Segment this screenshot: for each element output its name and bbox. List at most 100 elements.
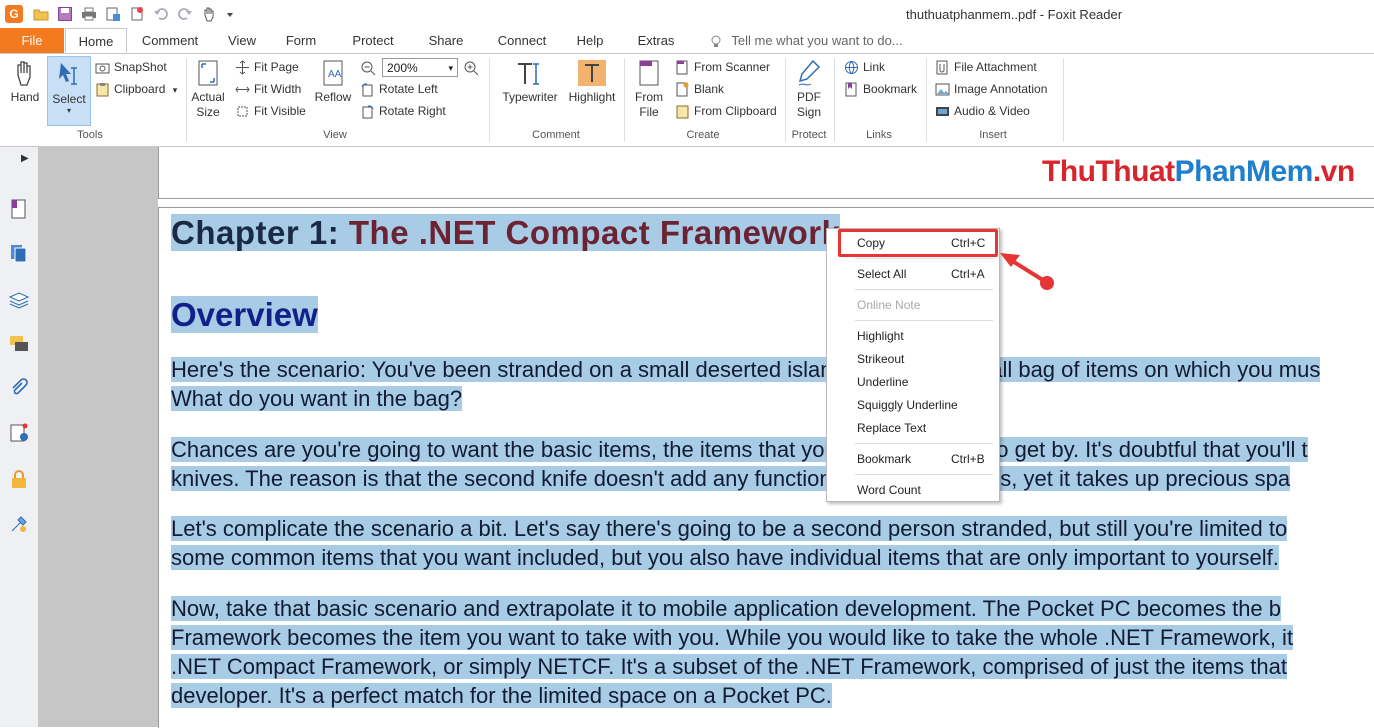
hand-tool-icon[interactable] bbox=[201, 6, 217, 22]
menu-item-replace-text[interactable]: Replace Text bbox=[857, 418, 926, 438]
bookmark-button[interactable]: Bookmark bbox=[844, 79, 917, 99]
ribbon-separator bbox=[834, 58, 835, 142]
new-icon[interactable] bbox=[129, 6, 145, 22]
globe-link-icon bbox=[845, 61, 858, 75]
zoom-out-icon[interactable] bbox=[360, 60, 376, 76]
text-line-content: Framework becomes the item you want to t… bbox=[171, 625, 1294, 650]
tab-comment[interactable]: Comment bbox=[134, 28, 206, 53]
tab-view[interactable]: View bbox=[221, 28, 263, 53]
pdf-page[interactable]: Chapter 1: The .NET Compact Framework Ov… bbox=[158, 207, 1374, 728]
comment-group-label: Comment bbox=[532, 129, 580, 141]
tab-help[interactable]: Help bbox=[569, 28, 611, 53]
actual-size-button[interactable]: Actual Size bbox=[190, 58, 226, 120]
menu-item-underline[interactable]: Underline bbox=[857, 372, 908, 392]
watermark-part-1: ThuThuat bbox=[1042, 155, 1175, 188]
file-attachment-label: File Attachment bbox=[954, 60, 1037, 74]
rotate-right-button[interactable]: Rotate Right bbox=[360, 101, 446, 121]
from-file-button[interactable]: From File bbox=[630, 58, 668, 120]
signatures-icon[interactable] bbox=[9, 423, 29, 443]
clipboard-button[interactable]: Clipboard ▾ bbox=[95, 79, 177, 99]
redo-icon[interactable] bbox=[177, 6, 193, 22]
zoom-in-icon[interactable] bbox=[463, 60, 479, 76]
audio-video-button[interactable]: Audio & Video bbox=[935, 101, 1030, 121]
clipboard-page-icon bbox=[676, 105, 689, 119]
open-folder-icon[interactable] bbox=[33, 6, 49, 22]
tab-form[interactable]: Form bbox=[278, 28, 324, 53]
hand-button[interactable]: Hand bbox=[6, 58, 44, 105]
menu-separator bbox=[855, 443, 993, 444]
chapter-heading[interactable]: Chapter 1: The .NET Compact Framework bbox=[171, 214, 841, 252]
text-line[interactable]: developer. It's a perfect match for the … bbox=[171, 683, 832, 709]
save-icon[interactable] bbox=[57, 6, 73, 22]
text-line[interactable]: What do you want in the bag? bbox=[171, 386, 463, 412]
context-menu: Copy Ctrl+C Select All Ctrl+A Online Not… bbox=[826, 228, 1000, 502]
layers-icon[interactable] bbox=[9, 289, 29, 309]
tab-home[interactable]: Home bbox=[65, 28, 127, 53]
select-dropdown-arrow-icon[interactable]: ▾ bbox=[48, 107, 90, 115]
comments-icon[interactable] bbox=[9, 334, 29, 354]
ribbon-separator bbox=[624, 58, 625, 142]
fit-page-label: Fit Page bbox=[254, 60, 299, 74]
menu-item-word-count[interactable]: Word Count bbox=[857, 480, 921, 500]
menu-item-squiggly-underline[interactable]: Squiggly Underline bbox=[857, 395, 958, 415]
security-lock-icon[interactable] bbox=[9, 469, 29, 489]
menu-item-strikeout[interactable]: Strikeout bbox=[857, 349, 904, 369]
menu-item-highlight[interactable]: Highlight bbox=[857, 326, 904, 346]
tab-file[interactable]: File bbox=[0, 28, 64, 53]
text-line[interactable]: Here's the scenario: You've been strande… bbox=[171, 357, 1321, 383]
reflow-button[interactable]: AA Reflow bbox=[313, 58, 353, 105]
rotate-left-button[interactable]: Rotate Left bbox=[360, 79, 438, 99]
foxit-app-icon[interactable]: G bbox=[5, 5, 23, 23]
typewriter-button[interactable]: Typewriter bbox=[497, 58, 563, 105]
expand-panel-icon[interactable]: ▶ bbox=[21, 153, 29, 164]
text-line[interactable]: .NET Compact Framework, or simply NETCF.… bbox=[171, 654, 1287, 680]
text-line[interactable]: some common items that you want included… bbox=[171, 545, 1279, 571]
pdf-sign-label-2: Sign bbox=[796, 105, 822, 119]
text-line[interactable]: knives. The reason is that the second kn… bbox=[171, 466, 1291, 492]
text-line[interactable]: Chances are you're going to want the bas… bbox=[171, 437, 1308, 463]
scanner-icon bbox=[676, 60, 688, 75]
select-text-cursor-icon bbox=[59, 63, 77, 85]
typewriter-label: Typewriter bbox=[502, 90, 558, 104]
blank-button[interactable]: Blank bbox=[675, 79, 724, 99]
menu-item-select-all[interactable]: Select All bbox=[857, 264, 906, 284]
properties-icon[interactable] bbox=[105, 6, 121, 22]
snapshot-button[interactable]: SnapShot bbox=[95, 57, 167, 77]
text-line-content: Let's complicate the scenario a bit. Let… bbox=[171, 516, 1288, 541]
overview-heading[interactable]: Overview bbox=[171, 296, 318, 334]
fit-width-button[interactable]: Fit Width bbox=[235, 79, 301, 99]
pdf-sign-button[interactable]: PDF Sign bbox=[790, 58, 828, 120]
highlight-button[interactable]: Highlight bbox=[565, 58, 619, 105]
print-icon[interactable] bbox=[81, 6, 97, 22]
zoom-dropdown-icon[interactable]: ▾ bbox=[448, 59, 453, 78]
text-line[interactable]: Now, take that basic scenario and extrap… bbox=[171, 596, 1282, 622]
select-button[interactable]: Select ▾ bbox=[47, 56, 91, 126]
tab-extras[interactable]: Extras bbox=[630, 28, 682, 53]
tab-share[interactable]: Share bbox=[420, 28, 472, 53]
image-annotation-button[interactable]: Image Annotation bbox=[935, 79, 1047, 99]
text-line[interactable]: Framework becomes the item you want to t… bbox=[171, 625, 1294, 651]
text-line[interactable]: Let's complicate the scenario a bit. Let… bbox=[171, 516, 1288, 542]
thumbnails-icon[interactable] bbox=[9, 243, 29, 263]
customize-quick-access-icon[interactable] bbox=[224, 6, 236, 22]
tab-protect[interactable]: Protect bbox=[342, 28, 404, 53]
tell-me-box[interactable]: Tell me what you want to do... bbox=[710, 28, 903, 53]
link-button[interactable]: Link bbox=[844, 57, 885, 77]
pages-icon[interactable] bbox=[9, 199, 29, 219]
clipboard-dropdown-icon[interactable]: ▾ bbox=[173, 85, 178, 95]
fit-page-button[interactable]: Fit Page bbox=[235, 57, 299, 77]
attachments-icon[interactable] bbox=[9, 378, 29, 398]
watermark-part-2: PhanMem bbox=[1174, 155, 1314, 188]
fit-visible-button[interactable]: Fit Visible bbox=[235, 101, 306, 121]
from-scanner-button[interactable]: From Scanner bbox=[675, 57, 770, 77]
panel-splitter[interactable] bbox=[38, 147, 158, 727]
from-file-icon bbox=[639, 60, 659, 86]
certificate-icon[interactable] bbox=[9, 514, 29, 534]
menu-item-bookmark[interactable]: Bookmark bbox=[857, 449, 911, 469]
tab-connect[interactable]: Connect bbox=[491, 28, 553, 53]
undo-icon[interactable] bbox=[153, 6, 169, 22]
file-attachment-button[interactable]: File Attachment bbox=[935, 57, 1037, 77]
from-clipboard-button[interactable]: From Clipboard bbox=[675, 101, 777, 121]
fit-width-label: Fit Width bbox=[254, 82, 302, 96]
zoom-level-field[interactable]: 200% ▾ bbox=[382, 58, 458, 77]
